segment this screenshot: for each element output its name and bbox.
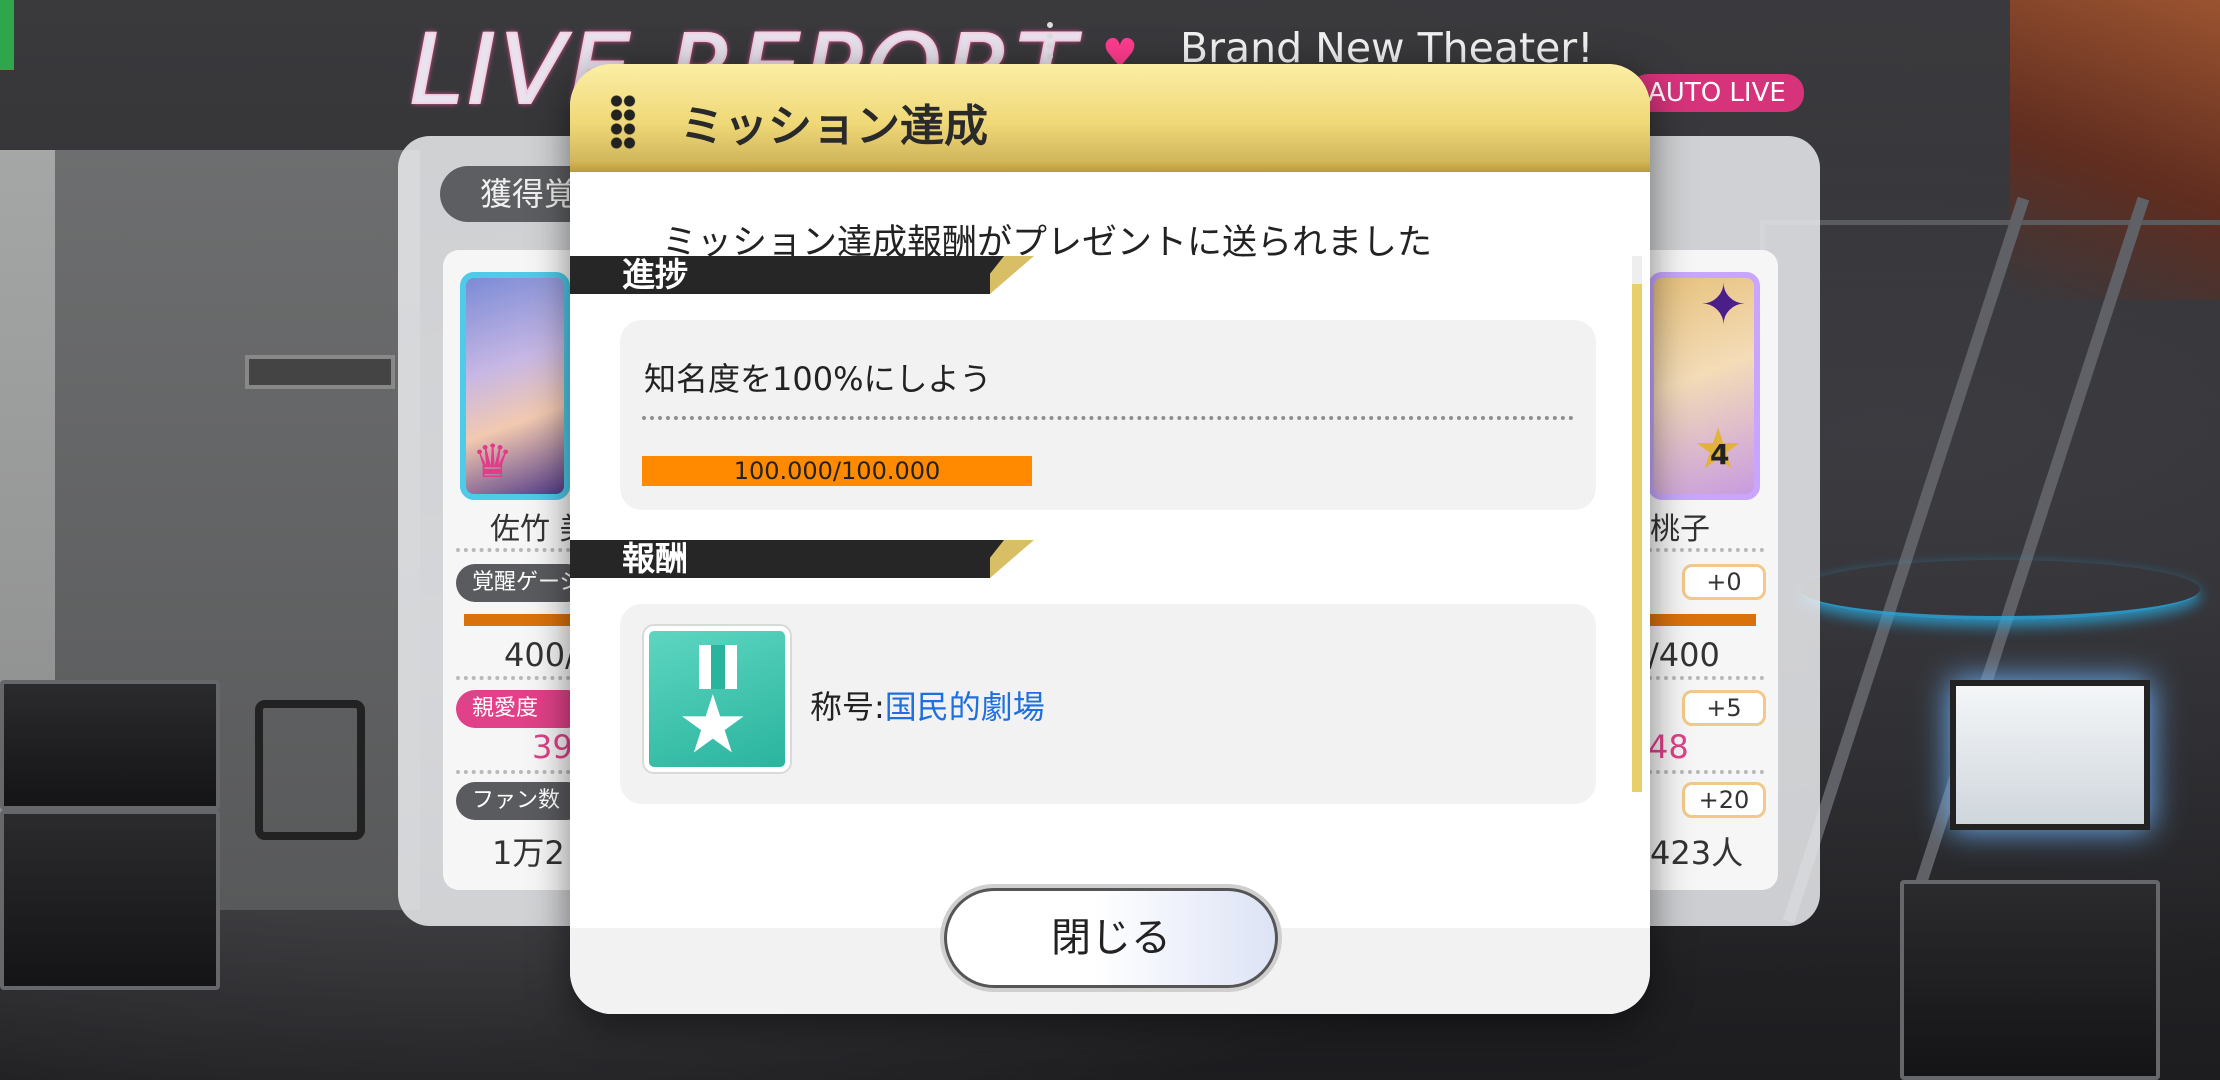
reward-title-value: 国民的劇場 bbox=[884, 688, 1045, 726]
idol-name-right: 桃子 bbox=[1650, 512, 1710, 547]
medal-star: ★ bbox=[677, 678, 749, 771]
divider bbox=[456, 548, 586, 552]
equipment-case bbox=[0, 680, 220, 810]
exit-sign bbox=[0, 0, 14, 70]
crown-icon: ♛ bbox=[472, 434, 514, 488]
affection-value-left: 39 bbox=[532, 728, 573, 766]
fans-label-left: ファン数 bbox=[456, 782, 586, 820]
fans-plus-right: +20 bbox=[1682, 782, 1766, 818]
progress-section-label: 進捗 bbox=[622, 255, 688, 294]
mission-progress-bar: 100.000/100.000 bbox=[642, 456, 1032, 486]
gauge-value-left: 400/ bbox=[504, 636, 576, 674]
scrollbar-thumb[interactable] bbox=[1632, 284, 1642, 792]
affection-plus-right: +5 bbox=[1682, 690, 1766, 726]
dialog-title: ミッション達成 bbox=[680, 101, 988, 152]
gauge-value-right: /400 bbox=[1648, 636, 1720, 674]
divider bbox=[1648, 548, 1764, 552]
dialog-header: ミッション達成 bbox=[570, 64, 1650, 172]
reward-section-label: 報酬 bbox=[622, 539, 688, 578]
close-button[interactable]: 閉じる bbox=[944, 888, 1278, 988]
rarity-star-number: 4 bbox=[1710, 438, 1730, 471]
dotted-divider bbox=[642, 416, 1574, 420]
divider bbox=[456, 676, 586, 680]
divider bbox=[456, 770, 586, 774]
auto-live-badge: AUTO LIVE bbox=[1630, 74, 1804, 112]
mission-text: 知名度を100%にしよう bbox=[644, 360, 992, 398]
divider bbox=[1648, 770, 1764, 774]
medal-star-icon: ★ bbox=[644, 626, 790, 772]
reward-section-header: 報酬 bbox=[570, 539, 1034, 578]
grip-dots-icon bbox=[610, 94, 636, 150]
divider bbox=[1648, 676, 1764, 680]
title-separator bbox=[1047, 22, 1053, 70]
affection-label-left: 親愛度 bbox=[456, 690, 586, 728]
affection-value-right: 48 bbox=[1648, 728, 1689, 766]
fans-value-right: 423人 bbox=[1650, 834, 1744, 872]
gauge-bar-left bbox=[464, 614, 584, 626]
equipment-case bbox=[1900, 880, 2160, 1080]
gauge-plus-right: +0 bbox=[1682, 564, 1766, 600]
progress-section-header: 進捗 bbox=[570, 255, 1034, 294]
reward-box: ★ 称号:国民的劇場 bbox=[620, 604, 1596, 804]
folding-chair bbox=[255, 700, 365, 840]
progress-text: 100.000/100.000 bbox=[733, 457, 941, 485]
stage-monitor bbox=[1950, 680, 2150, 830]
fans-value-left: 1万2 bbox=[492, 834, 565, 872]
sparkle-icon: ✦ bbox=[1700, 273, 1747, 338]
gauge-bar-right bbox=[1648, 614, 1756, 626]
reward-label: 称号:国民的劇場 bbox=[810, 682, 1045, 728]
stage-light-cable bbox=[1800, 560, 2200, 620]
mission-progress-box: 知名度を100%にしよう 100.000/100.000 bbox=[620, 320, 1596, 510]
mission-complete-dialog: ミッション達成 ミッション達成報酬がプレゼントに送られました 進捗 知名度を10… bbox=[570, 64, 1650, 1014]
reward-prefix: 称号: bbox=[810, 688, 885, 726]
equipment-case bbox=[0, 810, 220, 990]
wall-vent bbox=[245, 355, 395, 389]
gauge-label-left: 覚醒ゲージ bbox=[456, 564, 586, 602]
